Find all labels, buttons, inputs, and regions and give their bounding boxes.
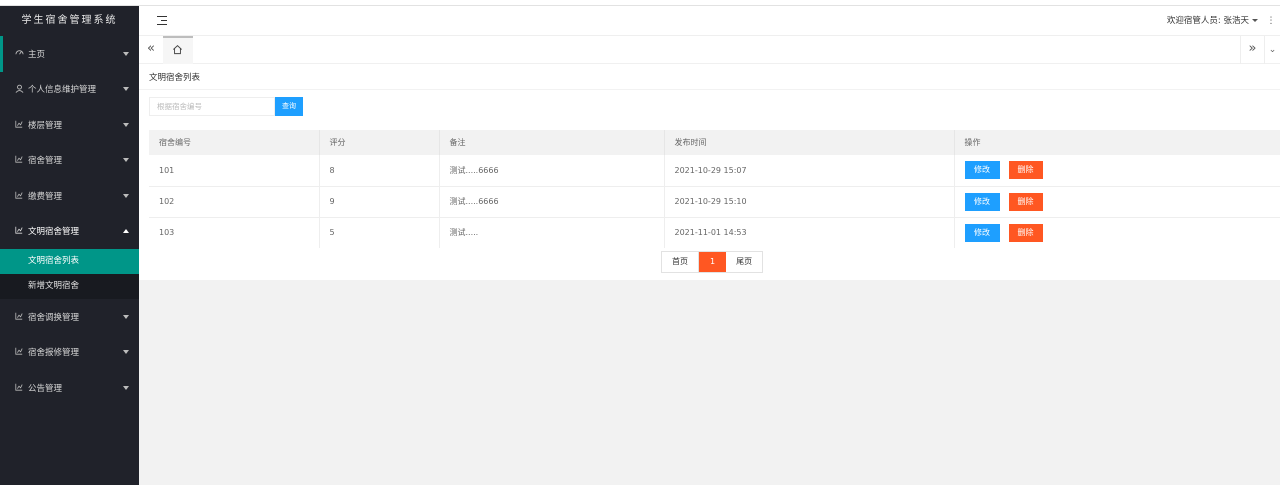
sidebar-item-label: 宿舍报修管理: [28, 348, 80, 359]
cell-actions: 修改 删除: [954, 155, 1280, 187]
sidebar-item-civilized-dorms[interactable]: 文明宿舍管理: [0, 214, 139, 250]
sidebar-item-label: 楼层管理: [28, 120, 63, 131]
column-header: 备注: [439, 130, 665, 155]
cell-score: 5: [319, 217, 440, 248]
cell-time: 2021-10-29 15:07: [664, 155, 955, 187]
table-row: 101 8 测试.....6666 2021-10-29 15:07 修改 删除: [149, 155, 1280, 187]
more-vertical-icon[interactable]: ⋮: [1266, 14, 1276, 28]
main-content: 文明宿舍列表 查询 宿舍编号 评分 备注 发布时间 操作 101 8 测试...…: [139, 64, 1280, 280]
chart-icon: [14, 383, 24, 393]
cell-note: 测试.....6666: [439, 155, 665, 187]
user-menu[interactable]: 欢迎宿管人员: 张浩天: [1167, 6, 1258, 36]
pager-page-current[interactable]: 1: [699, 252, 727, 272]
sidebar-item-floors[interactable]: 楼层管理: [0, 107, 139, 143]
table-row: 102 9 测试.....6666 2021-10-29 15:10 修改 删除: [149, 186, 1280, 218]
sidebar-item-label: 个人信息维护管理: [28, 85, 97, 96]
edit-button[interactable]: 修改: [964, 192, 1000, 211]
column-header: 操作: [954, 130, 1280, 155]
sidebar-item-payments[interactable]: 缴费管理: [0, 178, 139, 214]
tab-options-icon[interactable]: ⌄: [1264, 36, 1280, 64]
cell-time: 2021-11-01 14:53: [664, 217, 955, 248]
chevron-down-icon: [123, 314, 129, 319]
cell-actions: 修改 删除: [954, 186, 1280, 218]
chart-icon: [14, 155, 24, 165]
search-input[interactable]: [149, 97, 275, 116]
column-header: 评分: [319, 130, 440, 155]
delete-button[interactable]: 删除: [1008, 223, 1043, 242]
sidebar-item-notices[interactable]: 公告管理: [0, 370, 139, 406]
sidebar-item-label: 缴费管理: [28, 191, 63, 202]
page-title: 文明宿舍列表: [149, 73, 201, 83]
submenu-item-add-civilized[interactable]: 新增文明宿舍: [0, 274, 139, 299]
chevron-down-icon: [123, 51, 129, 56]
delete-button[interactable]: 删除: [1008, 192, 1043, 211]
menu-toggle-icon[interactable]: [157, 16, 167, 25]
chevron-down-icon: [123, 122, 129, 127]
sidebar-item-label: 主页: [28, 49, 46, 60]
search-button[interactable]: 查询: [275, 97, 303, 116]
submenu-item-civilized-list[interactable]: 文明宿舍列表: [0, 249, 139, 274]
home-icon: [173, 45, 182, 55]
column-header: 宿舍编号: [149, 130, 320, 155]
chevron-down-icon: [123, 385, 129, 390]
divider: [139, 89, 1280, 90]
cell-dorm-no: 101: [149, 155, 320, 187]
chart-icon: [14, 191, 24, 201]
sidebar: 学生宿舍管理系统 主页 个人信息维护管理 楼层管理 宿舍管理 缴费管理 文明宿舍…: [0, 6, 139, 485]
chart-icon: [14, 347, 24, 357]
edit-button[interactable]: 修改: [964, 161, 1000, 180]
app-title: 学生宿舍管理系统: [0, 6, 139, 36]
chevron-up-icon: [123, 229, 129, 234]
cell-actions: 修改 删除: [954, 217, 1280, 248]
dashboard-icon: [14, 48, 24, 59]
chevron-down-icon: [123, 158, 129, 163]
chevron-down-icon: [123, 87, 129, 92]
column-header: 发布时间: [664, 130, 955, 155]
chart-icon: [14, 120, 24, 130]
sidebar-item-label: 公告管理: [28, 383, 63, 394]
cell-score: 9: [319, 186, 440, 218]
sidebar-item-profile[interactable]: 个人信息维护管理: [0, 72, 139, 108]
delete-button[interactable]: 删除: [1008, 161, 1043, 180]
top-header: 欢迎宿管人员: 张浩天 ⋮: [139, 6, 1280, 36]
sidebar-item-dorm-swap[interactable]: 宿舍调换管理: [0, 299, 139, 335]
sidebar-item-home[interactable]: 主页: [0, 36, 139, 72]
chart-icon: [14, 312, 24, 322]
chart-icon: [14, 226, 24, 236]
cell-score: 8: [319, 155, 440, 187]
tab-scroll-left-icon[interactable]: «: [139, 36, 163, 64]
table-header-row: 宿舍编号 评分 备注 发布时间 操作: [149, 130, 1280, 155]
pagination: 首页 1 尾页: [661, 251, 764, 273]
cell-note: 测试.....: [439, 217, 665, 248]
sidebar-item-label: 宿舍调换管理: [28, 312, 80, 323]
sidebar-item-dorms[interactable]: 宿舍管理: [0, 143, 139, 179]
tab-home[interactable]: [163, 36, 193, 64]
edit-button[interactable]: 修改: [964, 223, 1000, 242]
civilized-dorm-table: 宿舍编号 评分 备注 发布时间 操作 101 8 测试.....6666 202…: [149, 130, 1280, 248]
table-row: 103 5 测试..... 2021-11-01 14:53 修改 删除: [149, 217, 1280, 248]
sidebar-item-label: 文明宿舍管理: [28, 227, 80, 238]
user-icon: [14, 84, 24, 95]
pager-last-button[interactable]: 尾页: [726, 252, 762, 272]
user-label: 欢迎宿管人员: 张浩天: [1166, 16, 1249, 26]
chevron-down-icon: [123, 193, 129, 198]
cell-dorm-no: 103: [149, 217, 320, 248]
caret-down-icon: [1252, 19, 1258, 22]
sidebar-item-label: 宿舍管理: [28, 156, 63, 167]
pager-first-button[interactable]: 首页: [662, 252, 699, 272]
tab-bar: « » ⌄: [139, 36, 1280, 64]
sidebar-item-repairs[interactable]: 宿舍报修管理: [0, 335, 139, 371]
chevron-down-icon: [123, 350, 129, 355]
tab-scroll-right-icon[interactable]: »: [1240, 36, 1264, 64]
submenu-civilized-dorms: 文明宿舍列表 新增文明宿舍: [0, 249, 139, 299]
cell-time: 2021-10-29 15:10: [664, 186, 955, 218]
cell-note: 测试.....6666: [439, 186, 665, 218]
cell-dorm-no: 102: [149, 186, 320, 218]
